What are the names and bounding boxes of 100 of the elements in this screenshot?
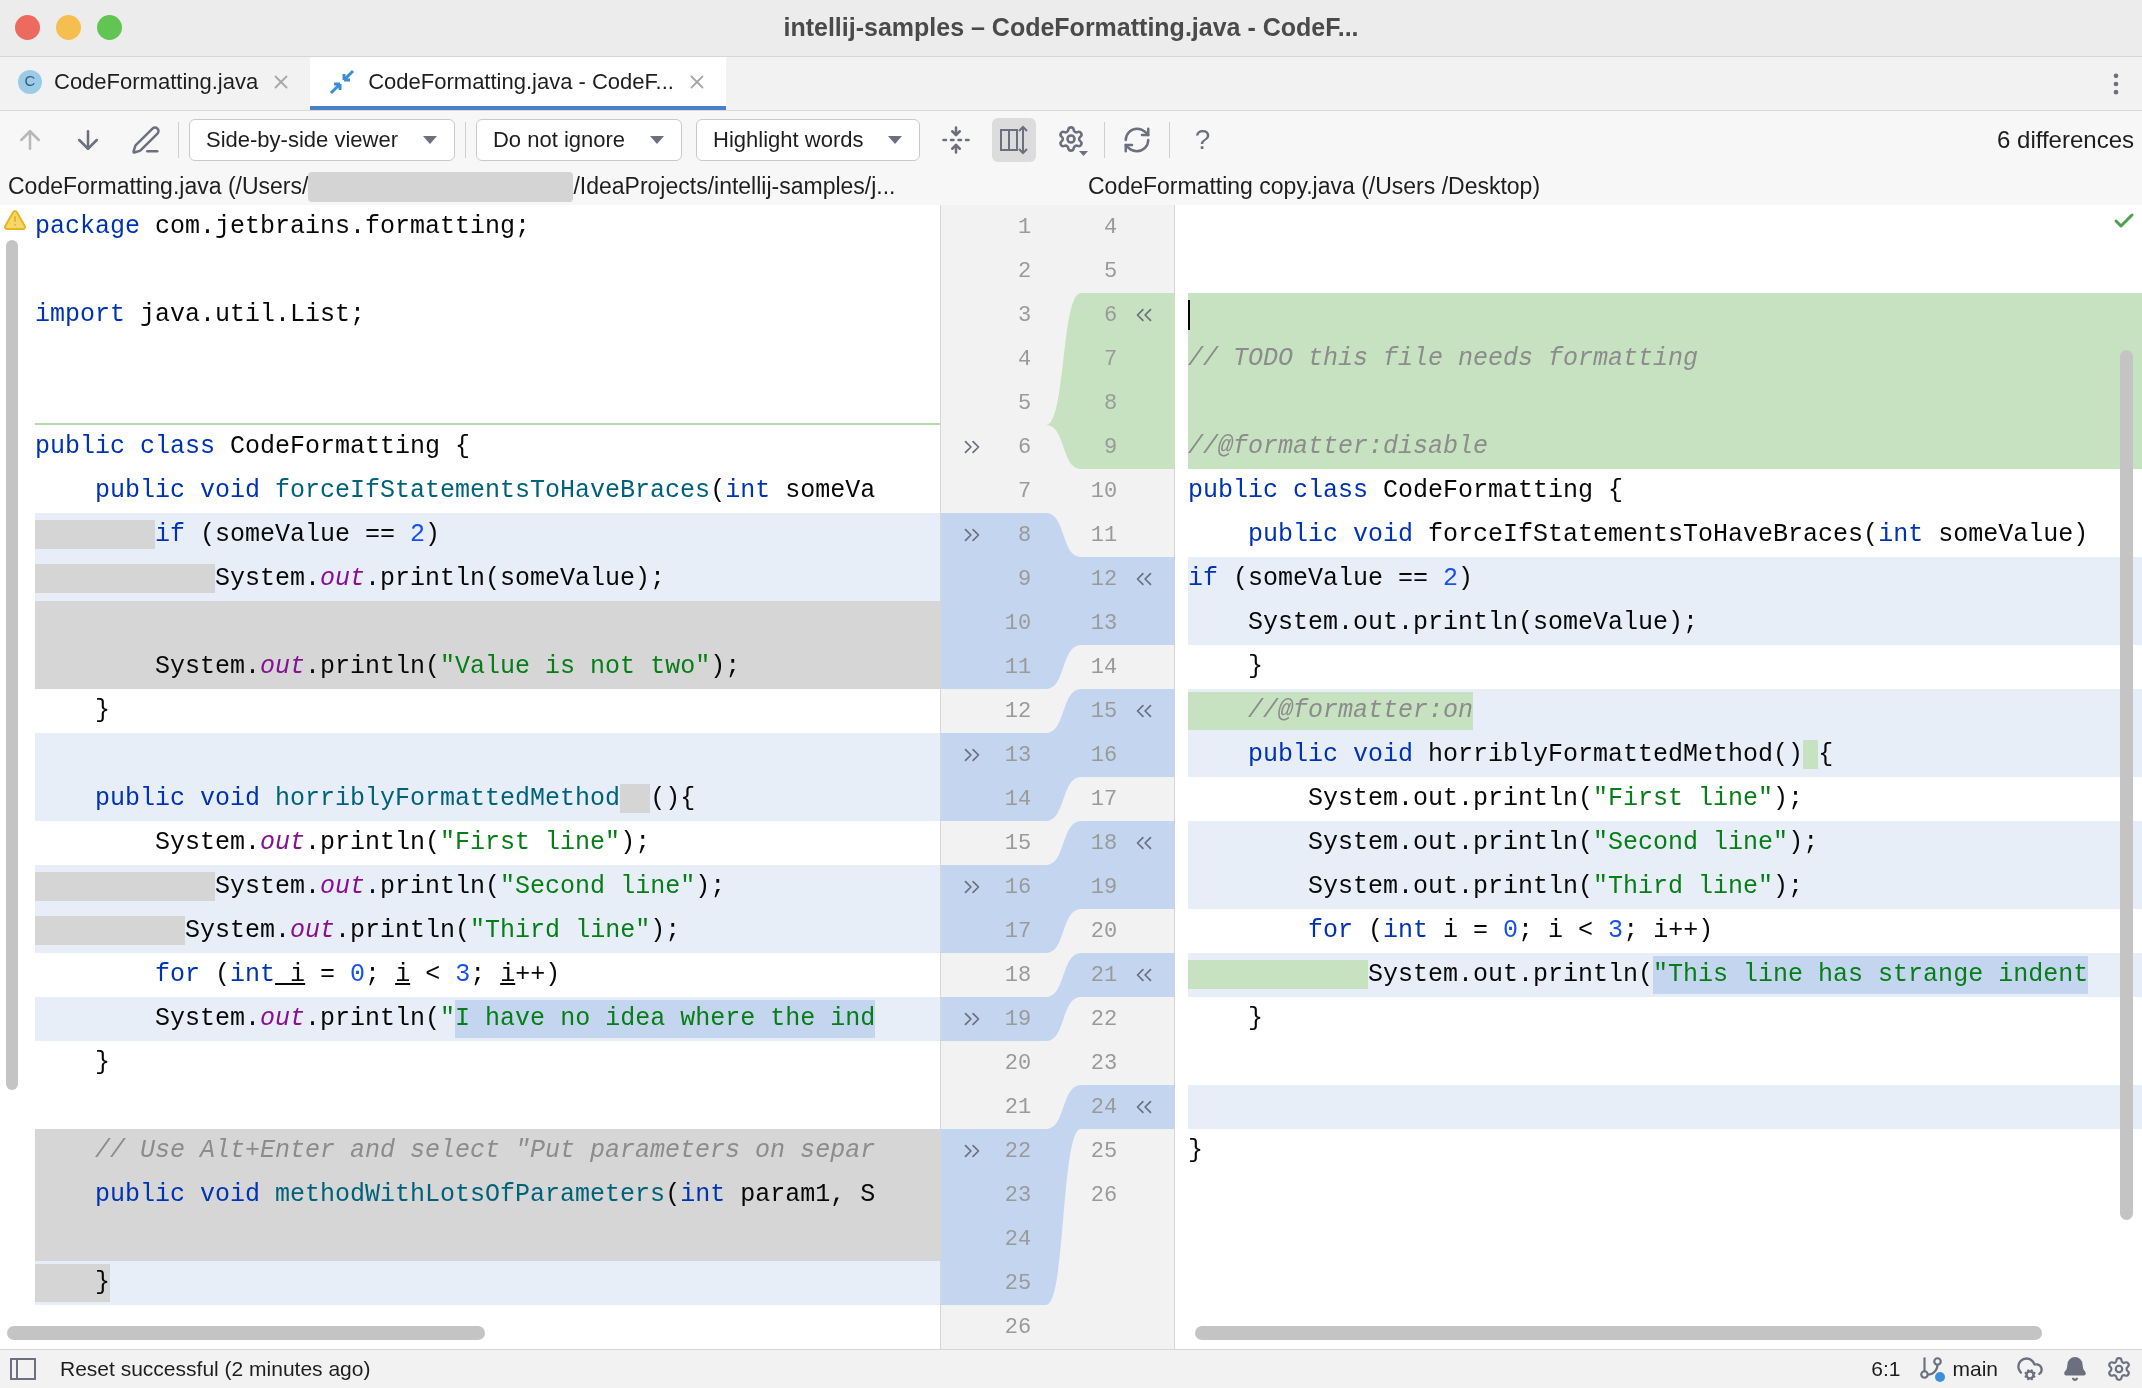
- caret-icon: [649, 134, 666, 145]
- line-number: 19: [1003, 1005, 1033, 1034]
- sync-scroll-button[interactable]: [992, 117, 1037, 162]
- line-number: 22: [1003, 1137, 1033, 1166]
- line-number: 23: [1089, 1049, 1118, 1078]
- line-number: 11: [1003, 653, 1033, 682]
- line-number: 12: [1003, 697, 1033, 726]
- branch-label[interactable]: main: [1952, 1353, 1998, 1385]
- editor-tab[interactable]: C CodeFormatting.java: [0, 57, 311, 110]
- code-line: package com.jetbrains.formatting;: [35, 211, 532, 244]
- code-line: }: [1247, 651, 1264, 684]
- dropdown[interactable]: Side-by-side viewer: [189, 118, 455, 161]
- line-number: 21: [1003, 1093, 1033, 1122]
- cloud-gear-icon[interactable]: [2016, 1355, 2044, 1383]
- line-number: 24: [1089, 1093, 1118, 1122]
- line-number: 25: [1089, 1137, 1118, 1166]
- tab-label: CodeFormatting.java - CodeF...: [368, 68, 674, 96]
- line-number: 6: [1016, 433, 1033, 462]
- status-message: Reset successful (2 minutes ago): [60, 1356, 371, 1383]
- tab-label: CodeFormatting.java: [54, 68, 259, 96]
- code-line: public void forceIfStatementsToHaveBraces(int someVa: [94, 475, 877, 508]
- line-number: 18: [1003, 961, 1033, 990]
- line-number: 24: [1003, 1225, 1033, 1254]
- file-path-label: /IdeaProjects/intellij-samples/j...: [573, 172, 896, 202]
- line-number: 14: [1003, 785, 1033, 814]
- line-number: 9: [1102, 433, 1118, 462]
- line-number: 9: [1016, 565, 1033, 594]
- line-number: 23: [1003, 1181, 1033, 1210]
- code-line: public void forceIfStatementsToHaveBraces(int someValue): [1247, 519, 2090, 552]
- line-number: 6: [1102, 301, 1118, 330]
- code-line: for (int i = 0; i < 3; i++): [154, 959, 562, 992]
- line-number: 11: [1089, 521, 1118, 550]
- maximize-window-button[interactable]: [97, 15, 122, 40]
- line-number: 7: [1016, 477, 1033, 506]
- line-number: 20: [1089, 917, 1118, 946]
- line-number: 16: [1089, 741, 1118, 770]
- code-line: }: [94, 695, 111, 728]
- line-number: 4: [1016, 345, 1033, 374]
- caret-icon: [887, 134, 904, 145]
- caret-position[interactable]: 6:1: [1871, 1353, 1901, 1385]
- line-number: 13: [1003, 741, 1033, 770]
- class-icon: C: [18, 69, 42, 94]
- line-number: 13: [1089, 609, 1118, 638]
- scrollbar-thumb[interactable]: [1195, 1326, 2042, 1340]
- window-title: intellij-samples – CodeFormatting.java - CodeF...: [783, 12, 1359, 44]
- scrollbar-thumb[interactable]: [7, 1326, 485, 1340]
- warning-icon[interactable]: [3, 208, 27, 232]
- line-number: 26: [1089, 1181, 1118, 1210]
- code-line: import java.util.List;: [35, 299, 367, 332]
- line-number: 2: [1016, 257, 1033, 286]
- pencil-icon: [131, 124, 161, 155]
- line-number: 3: [1016, 301, 1033, 330]
- code-line: System.out.println("First line");: [1307, 783, 1805, 816]
- collapse-icon: [941, 124, 972, 155]
- code-line: System.out.println("First line");: [154, 827, 652, 860]
- columns-arrows-icon: [998, 123, 1031, 156]
- line-number: 26: [1003, 1313, 1033, 1342]
- panel-icon[interactable]: [10, 1358, 36, 1380]
- help-button[interactable]: ?: [1180, 117, 1225, 162]
- caret-icon: [421, 134, 438, 145]
- line-number: 10: [1089, 477, 1118, 506]
- line-number: 19: [1089, 873, 1118, 902]
- line-number: 8: [1016, 521, 1033, 550]
- line-number: 5: [1102, 257, 1118, 286]
- line-number: 15: [1089, 697, 1118, 726]
- line-number: 1: [1016, 213, 1033, 242]
- line-number: 7: [1102, 345, 1118, 374]
- line-number: 4: [1102, 213, 1118, 242]
- file-path-label: CodeFormatting.java (/Users/: [8, 172, 309, 202]
- code-line: public class CodeFormatting {: [35, 431, 472, 464]
- close-window-button[interactable]: [15, 15, 40, 40]
- dropdown[interactable]: Do not ignore: [475, 118, 683, 161]
- line-number: 14: [1089, 653, 1118, 682]
- line-number: 16: [1003, 873, 1033, 902]
- line-number: 10: [1003, 609, 1033, 638]
- line-number: 22: [1089, 1005, 1118, 1034]
- code-line: public class CodeFormatting {: [1188, 475, 1625, 508]
- branch-icon: [1918, 1355, 1947, 1383]
- line-number: 5: [1016, 389, 1033, 418]
- line-number: 12: [1089, 565, 1118, 594]
- settings-icon[interactable]: [2106, 1356, 2132, 1382]
- line-number: 21: [1089, 961, 1118, 990]
- code-line: }: [1247, 1003, 1264, 1036]
- arrows-converge-icon: [328, 67, 357, 96]
- scrollbar-thumb[interactable]: [2120, 350, 2133, 1220]
- dropdown[interactable]: Highlight words: [696, 118, 921, 161]
- notifications-icon[interactable]: [2062, 1356, 2088, 1382]
- code-line: }: [94, 1047, 111, 1080]
- line-number: 17: [1003, 917, 1033, 946]
- line-number: 17: [1089, 785, 1118, 814]
- code-line: }: [1188, 1135, 1204, 1168]
- line-number: 8: [1102, 389, 1118, 418]
- line-number: 25: [1003, 1269, 1033, 1298]
- scrollbar-thumb[interactable]: [6, 240, 18, 1090]
- line-number: 20: [1003, 1049, 1033, 1078]
- line-number: 15: [1003, 829, 1033, 858]
- differences-count: 6 differences: [1997, 124, 2134, 155]
- code-line: for (int i = 0; i < 3; i++): [1307, 915, 1715, 948]
- editor-tab[interactable]: CodeFormatting.java - CodeF...: [310, 57, 726, 110]
- line-number: 18: [1089, 829, 1118, 858]
